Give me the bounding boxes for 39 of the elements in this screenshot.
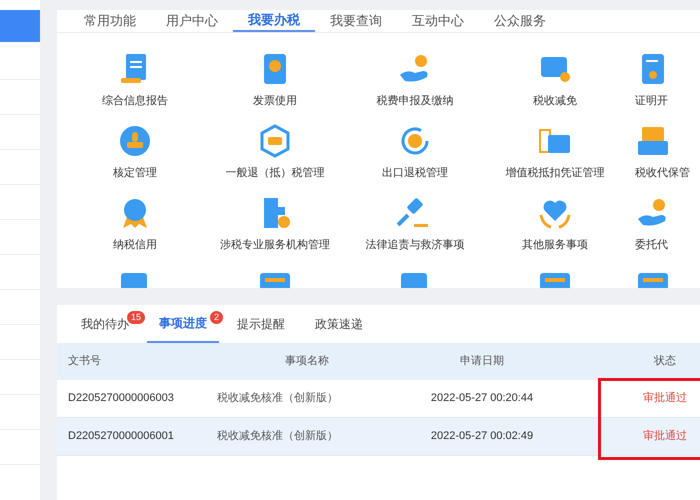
service-link[interactable]: 税费申报及缴纳 xyxy=(376,92,454,109)
service-link[interactable]: 涉税专业服务机构管理 xyxy=(220,236,330,253)
tab[interactable]: 公众服务 xyxy=(479,10,561,32)
service-link[interactable]: 增值税抵扣凭证管理 xyxy=(506,164,604,181)
service-link[interactable]: 证明开 xyxy=(635,92,668,109)
table-cell: 税收减免核准（创新版） xyxy=(217,392,338,404)
tab[interactable]: 互动中心 xyxy=(397,10,479,32)
count-badge: 2 xyxy=(210,311,223,324)
column-header: 状态 xyxy=(654,355,676,368)
table-cell: 2022-05-27 00:20:44 xyxy=(430,392,534,404)
service-link[interactable]: 法律追责与救济事项 xyxy=(366,236,464,253)
table-cell: D2205270000006003 xyxy=(68,392,174,404)
column-header: 文书号 xyxy=(68,355,101,368)
service-link[interactable]: 税收代保管 xyxy=(635,164,690,181)
service-link[interactable]: 综合信息报告 xyxy=(102,92,168,109)
table-cell: 税收减免核准（创新版） xyxy=(217,430,338,442)
tab[interactable]: 常用功能 xyxy=(69,10,151,32)
tab[interactable]: 用户中心 xyxy=(151,10,233,32)
sidebar-item[interactable] xyxy=(0,10,40,42)
tab[interactable]: 政策速递 xyxy=(303,305,375,343)
table-row[interactable]: D2205270000006001 税收减免核准（创新版） 2022-05-27 00:02:49 审批通过 xyxy=(57,418,700,456)
service-link[interactable]: 委托代 xyxy=(635,236,668,253)
service-link[interactable]: 发票使用 xyxy=(253,92,297,109)
service-link[interactable]: 一般退（抵）税管理 xyxy=(226,164,324,181)
service-link[interactable]: 税收减免 xyxy=(533,92,577,109)
service-link[interactable]: 核定管理 xyxy=(113,164,157,181)
column-header: 申请日期 xyxy=(460,355,504,368)
table-cell: 审批通过 xyxy=(643,430,687,442)
tab[interactable]: 我要办税 xyxy=(233,10,315,32)
table-cell: 2022-05-27 00:02:49 xyxy=(430,430,534,442)
table-cell: 审批通过 xyxy=(643,392,687,404)
service-link[interactable]: 其他服务事项 xyxy=(522,236,588,253)
tab[interactable]: 提示提醒 xyxy=(225,305,297,343)
tab[interactable]: 我要查询 xyxy=(315,10,397,32)
count-badge: 15 xyxy=(126,311,145,324)
service-link[interactable]: 出口退税管理 xyxy=(382,164,448,181)
column-header: 事项名称 xyxy=(285,355,329,368)
table-cell: D2205270000006001 xyxy=(68,430,174,442)
service-link[interactable]: 纳税信用 xyxy=(113,236,157,253)
